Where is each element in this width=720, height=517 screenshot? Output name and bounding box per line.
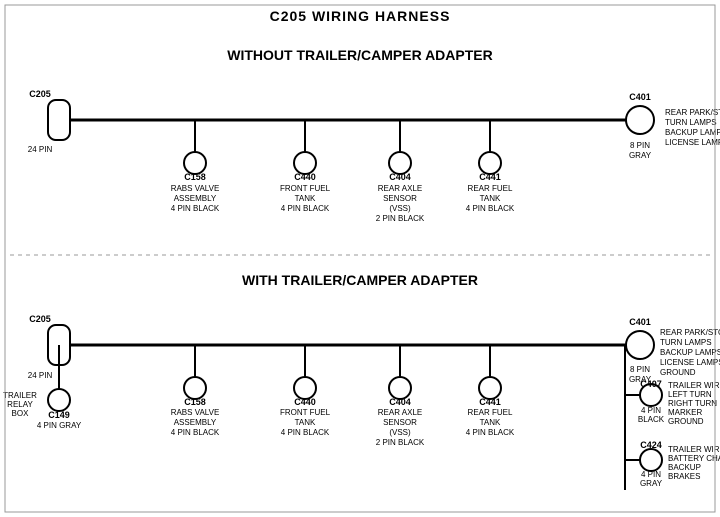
c424-right4: BRAKES [668,472,700,481]
wiring-diagram-svg: WITHOUT TRAILER/CAMPER ADAPTER C205 24 P… [0,0,720,517]
c440-label-2: C440 [294,397,316,407]
section2-title: WITH TRAILER/CAMPER ADAPTER [242,272,478,288]
c401-2-right2: TURN LAMPS [660,338,712,347]
c404-sub3-1: (VSS) [389,204,411,213]
section1-title: WITHOUT TRAILER/CAMPER ADAPTER [227,47,492,63]
c404-sub3-2: (VSS) [389,428,411,437]
c404-sub2-2: SENSOR [383,418,417,427]
c205-label-1: C205 [29,89,51,99]
trailer-relay-label3: BOX [12,409,30,418]
c424-label: C424 [640,440,662,450]
c158-sub1-2: RABS VALVE [171,408,220,417]
c440-sub3-2: 4 PIN BLACK [281,428,330,437]
c401-2-right1: REAR PARK/STOP [660,328,720,337]
c407-sub1: 4 PIN [641,406,661,415]
c404-sub1-1: REAR AXLE [378,184,422,193]
c205-label-2: C205 [29,314,51,324]
diagram-container: C205 WIRING HARNESS WITHOUT TRAILER/CAMP… [0,0,720,517]
c158-sub1-1: RABS VALVE [171,184,220,193]
c404-sub4-2: 2 PIN BLACK [376,438,425,447]
c404-sub2-1: SENSOR [383,194,417,203]
c441-label-1: C441 [479,172,501,182]
c424-right3: BACKUP [668,463,701,472]
c440-label-1: C440 [294,172,316,182]
c401-right3: BACKUP LAMPS [665,128,720,137]
c407-right3: RIGHT TURN [668,399,717,408]
c401-label-2: C401 [629,317,651,327]
c401-sub2: GRAY [629,151,652,160]
c404-sub4-1: 2 PIN BLACK [376,214,425,223]
c441-sub2-2: TANK [480,418,501,427]
c441-sub1-2: REAR FUEL [468,408,513,417]
c158-sub3-2: 4 PIN BLACK [171,428,220,437]
c205-sub-2: 24 PIN [28,371,53,380]
c424-sub2: GRAY [640,479,663,488]
c440-sub1-2: FRONT FUEL [280,408,331,417]
trailer-relay-label2: RELAY [7,400,33,409]
c404-label-1: C404 [389,172,411,182]
c407-label: C407 [640,379,662,389]
c401-sub1: 8 PIN [630,141,650,150]
c407-right1: TRAILER WIRES [668,381,720,390]
c401-right2: TURN LAMPS [665,118,717,127]
c424-sub1: 4 PIN [641,470,661,479]
c441-sub3-1: 4 PIN BLACK [466,204,515,213]
c441-sub3-2: 4 PIN BLACK [466,428,515,437]
c401-2-right5: GROUND [660,368,696,377]
c404-label-2: C404 [389,397,411,407]
c404-sub1-2: REAR AXLE [378,408,422,417]
c401-label-1: C401 [629,92,651,102]
c424-right2: BATTERY CHARGE [668,454,720,463]
c441-sub2-1: TANK [480,194,501,203]
c441-sub1-1: REAR FUEL [468,184,513,193]
c158-label-1: C158 [184,172,206,182]
c401-2-right4: LICENSE LAMPS [660,358,720,367]
c440-sub3-1: 4 PIN BLACK [281,204,330,213]
c441-label-2: C441 [479,397,501,407]
c158-sub3-1: 4 PIN BLACK [171,204,220,213]
c401-2-right3: BACKUP LAMPS [660,348,720,357]
c440-sub1-1: FRONT FUEL [280,184,331,193]
c158-sub2-1: ASSEMBLY [174,194,217,203]
c424-right1: TRAILER WIRES [668,445,720,454]
c407-right4: MARKER [668,408,702,417]
c440-sub2-1: TANK [295,194,316,203]
c407-sub2: BLACK [638,415,665,424]
c149-sub1: 4 PIN GRAY [37,421,82,430]
c401-right4: LICENSE LAMPS [665,138,720,147]
trailer-relay-label: TRAILER [3,391,37,400]
c440-sub2-2: TANK [295,418,316,427]
c401-right1: REAR PARK/STOP [665,108,720,117]
c149-label: C149 [48,410,70,420]
c401-2-sub1: 8 PIN [630,365,650,374]
c158-label-2: C158 [184,397,206,407]
c407-right2: LEFT TURN [668,390,712,399]
c158-sub2-2: ASSEMBLY [174,418,217,427]
c407-right5: GROUND [668,417,704,426]
c205-sub-1: 24 PIN [28,145,53,154]
